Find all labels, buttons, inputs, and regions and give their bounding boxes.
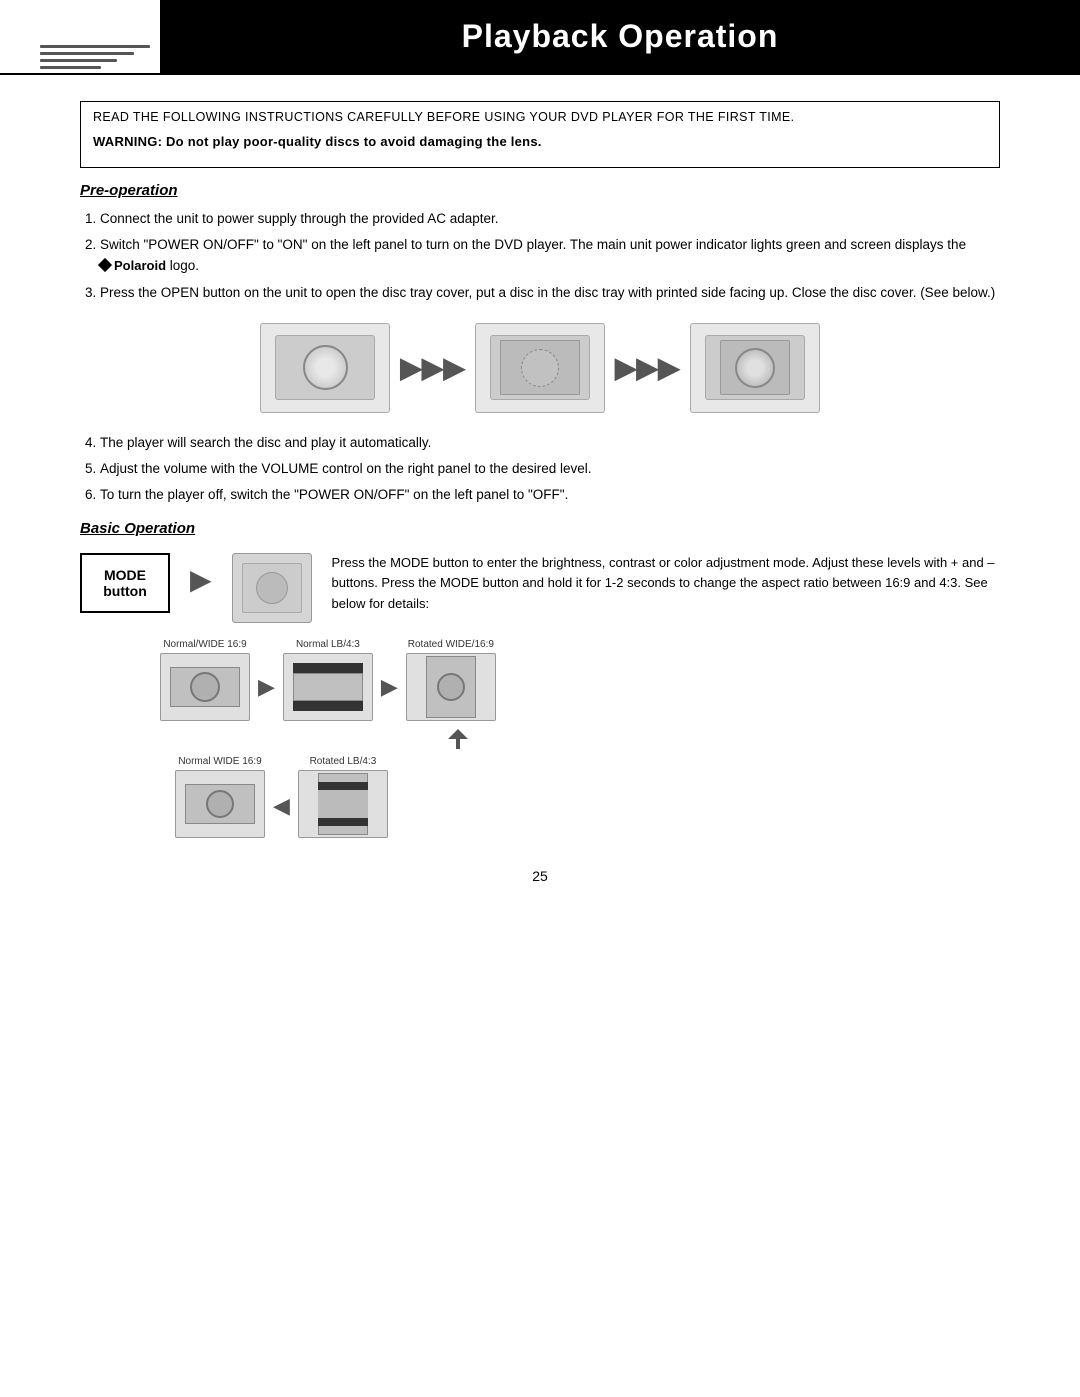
step-2: Switch "POWER ON/OFF" to "ON" on the lef… xyxy=(100,235,1000,276)
mode-button-label: MODE button xyxy=(98,567,152,599)
header-lines xyxy=(0,0,160,73)
arrow-down-icon xyxy=(448,729,468,749)
aspect-rotated-lb-43: Rotated LB/4:3 xyxy=(298,756,388,838)
dvd-closed-outer xyxy=(275,335,375,400)
dvd-image-final xyxy=(690,323,820,413)
mode-label-line2: button xyxy=(103,583,147,599)
polaroid-diamond-icon xyxy=(98,258,112,272)
step-3-text: Press the OPEN button on the unit to ope… xyxy=(100,285,995,300)
mode-button-box: MODE button xyxy=(80,553,170,613)
arrow-down-row xyxy=(160,729,1000,752)
black-bar-top xyxy=(293,663,363,673)
warning-box: READ THE FOLLOWING INSTRUCTIONS CAREFULL… xyxy=(80,101,1000,168)
aspect-box-5 xyxy=(298,770,388,838)
arrow-icon-1: ▶▶▶ xyxy=(400,351,465,384)
step-6: To turn the player off, switch the "POWE… xyxy=(100,485,1000,505)
rotated-black-bar-top xyxy=(318,782,368,790)
aspect-diagrams: Normal/WIDE 16:9 ▶ Normal LB/4:3 xyxy=(160,639,1000,838)
rotated-lb-screen xyxy=(318,773,368,835)
disc-icon-3 xyxy=(206,790,234,818)
rotated-lb-area xyxy=(318,790,368,818)
rotated-screen xyxy=(426,656,476,718)
basic-operation-row: MODE button ▶ Press the MODE button to e… xyxy=(80,553,1000,623)
page-wrapper: Playback Operation READ THE FOLLOWING IN… xyxy=(0,0,1080,1397)
disc-icon-1 xyxy=(190,672,220,702)
aspect-row-1: Normal/WIDE 16:9 ▶ Normal LB/4:3 xyxy=(160,639,1000,721)
aspect-normal-lb-43: Normal LB/4:3 xyxy=(283,639,373,721)
dvd-image-open xyxy=(475,323,605,413)
back-arrow-icon: ◀ xyxy=(273,793,290,819)
aspect-label-3: Rotated WIDE/16:9 xyxy=(408,639,494,650)
lb-screen xyxy=(293,673,363,701)
disc-icon-2 xyxy=(437,673,465,701)
basic-operation-title: Basic Operation xyxy=(80,520,1000,537)
dvd-open-outer xyxy=(490,335,590,400)
arrow-icon-3: ▶ xyxy=(258,674,275,700)
aspect-box-4 xyxy=(175,770,265,838)
header-line-2 xyxy=(40,52,134,55)
screen-wide-1 xyxy=(170,667,240,707)
step-4: The player will search the disc and play… xyxy=(100,433,1000,453)
dvd-image-closed xyxy=(260,323,390,413)
step-3: Press the OPEN button on the unit to ope… xyxy=(100,283,1000,303)
aspect-box-3 xyxy=(406,653,496,721)
dvd-images-row: ▶▶▶ ▶▶▶ xyxy=(80,323,1000,413)
rotated-black-bar-bottom xyxy=(318,818,368,826)
step-6-text: To turn the player off, switch the "POWE… xyxy=(100,487,568,502)
aspect-label-4: Normal WIDE 16:9 xyxy=(178,756,261,767)
aspect-label-2: Normal LB/4:3 xyxy=(296,639,360,650)
black-bar-bottom xyxy=(293,701,363,711)
aspect-box-2 xyxy=(283,653,373,721)
header-section: Playback Operation xyxy=(0,0,1080,75)
step-5: Adjust the volume with the VOLUME contro… xyxy=(100,459,1000,479)
aspect-rotated-wide-169: Rotated WIDE/16:9 xyxy=(406,639,496,721)
disc-circle xyxy=(303,345,348,390)
tray-disc xyxy=(521,349,559,387)
instructions-text: READ THE FOLLOWING INSTRUCTIONS CAREFULL… xyxy=(93,110,987,124)
header-line-3 xyxy=(40,59,117,62)
page-number: 25 xyxy=(80,868,1000,884)
arrow-icon-4: ▶ xyxy=(381,674,398,700)
aspect-box-1 xyxy=(160,653,250,721)
screen-wide-2 xyxy=(185,784,255,824)
step-5-text: Adjust the volume with the VOLUME contro… xyxy=(100,461,592,476)
pre-operation-title: Pre-operation xyxy=(80,182,1000,199)
step-1: Connect the unit to power supply through… xyxy=(100,209,1000,229)
dvd-icon-basic xyxy=(232,553,312,623)
header-line-1 xyxy=(40,45,150,48)
dvd-player-body xyxy=(720,340,790,395)
pre-operation-steps-4to6: The player will search the disc and play… xyxy=(80,433,1000,506)
dvd-final-outer xyxy=(705,335,805,400)
aspect-label-1: Normal/WIDE 16:9 xyxy=(163,639,246,650)
header-title-box: Playback Operation xyxy=(160,0,1080,73)
polaroid-logo: Polaroid xyxy=(100,256,166,276)
basic-operation-description: Press the MODE button to enter the brigh… xyxy=(332,553,1000,615)
pre-operation-steps: Connect the unit to power supply through… xyxy=(80,209,1000,303)
dvd-disc-final xyxy=(735,348,775,388)
arrow-icon-2: ▶▶▶ xyxy=(615,351,680,384)
aspect-row-2: Normal WIDE 16:9 ◀ Rotated LB/4:3 xyxy=(160,756,1000,838)
basic-arrow-icon: ▶ xyxy=(190,563,212,596)
lb-screen-wrapper xyxy=(293,663,363,711)
page-title: Playback Operation xyxy=(462,18,779,55)
step-2-text: Switch "POWER ON/OFF" to "ON" on the lef… xyxy=(100,237,966,273)
step-4-text: The player will search the disc and play… xyxy=(100,435,431,450)
mode-label-line1: MODE xyxy=(104,567,146,583)
aspect-normal-wide-169-1: Normal/WIDE 16:9 xyxy=(160,639,250,721)
dvd-icon-inner xyxy=(242,563,302,613)
warning-text: WARNING: Do not play poor-quality discs … xyxy=(93,134,987,149)
step-1-text: Connect the unit to power supply through… xyxy=(100,211,499,226)
aspect-label-5: Rotated LB/4:3 xyxy=(310,756,377,767)
tray-open xyxy=(500,340,580,395)
header-line-4 xyxy=(40,66,101,69)
aspect-normal-wide-169-2: Normal WIDE 16:9 xyxy=(175,756,265,838)
main-content: READ THE FOLLOWING INSTRUCTIONS CAREFULL… xyxy=(0,91,1080,924)
